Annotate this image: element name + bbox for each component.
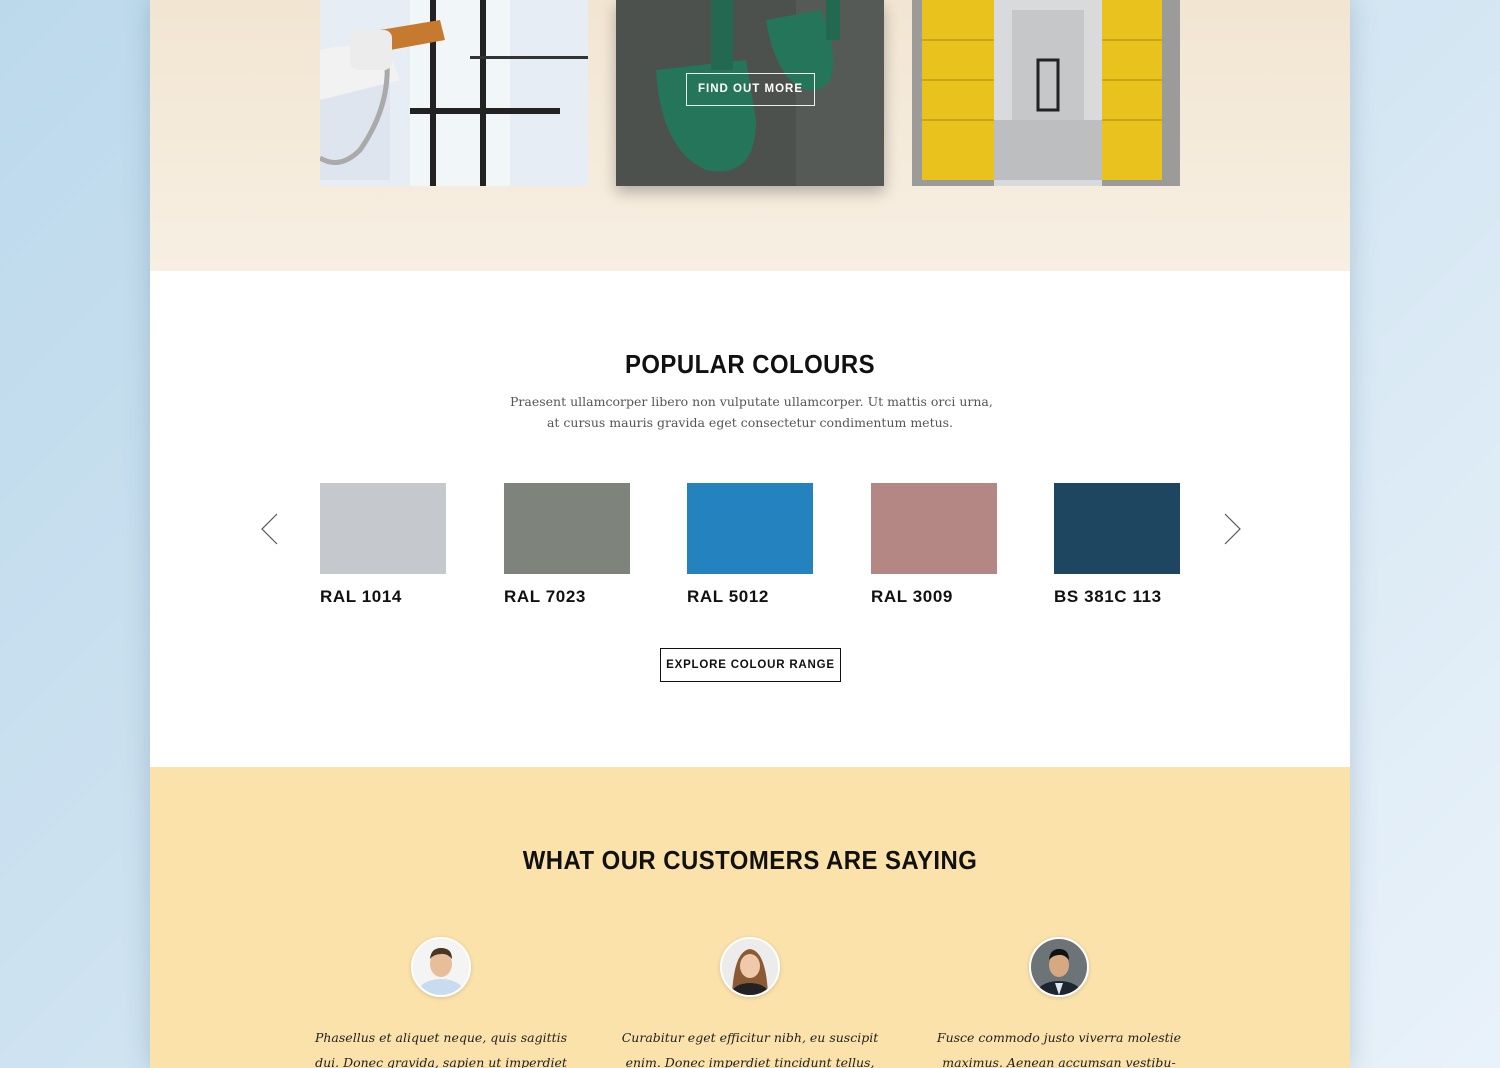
colour-swatch[interactable] — [871, 483, 997, 574]
testimonial-quote: Curabitur eget efficitur nibh, eu suscip… — [620, 1025, 880, 1068]
quote-line: maximus. Aenean accumsan vestibu- — [942, 1055, 1176, 1068]
colour-label: RAL 1014 — [320, 587, 402, 606]
colour-swatch-card[interactable]: RAL 3009 — [871, 483, 997, 607]
colour-label: RAL 3009 — [871, 587, 953, 606]
colour-swatch[interactable] — [320, 483, 446, 574]
colour-swatch-card[interactable]: RAL 1014 — [320, 483, 446, 607]
quote-line: Fusce commodo justo viverra molestie — [936, 1030, 1182, 1045]
quote-line: Phasellus et aliquet neque, quis sagitti… — [314, 1030, 568, 1045]
colour-swatch-card[interactable]: RAL 7023 — [504, 483, 630, 607]
quote-line: Curabitur eget efficitur nibh, eu suscip… — [621, 1030, 879, 1045]
colour-swatch[interactable] — [687, 483, 813, 574]
colour-label: BS 381C 113 — [1054, 587, 1162, 606]
popular-colours-section: POPULAR COLOURS Praesent ullamcorper lib… — [150, 271, 1350, 767]
avatar — [1029, 937, 1089, 997]
spray-booth-illustration — [912, 0, 1180, 186]
quote-line: dui. Donec gravida, sapien ut imperdiet — [315, 1055, 567, 1068]
colour-swatch-card[interactable]: RAL 5012 — [687, 483, 813, 607]
colour-swatch[interactable] — [1054, 483, 1180, 574]
colour-swatch-card[interactable]: BS 381C 113 — [1054, 483, 1180, 607]
testimonial-card: Fusce commodo justo viverra molestie max… — [929, 937, 1189, 1068]
colour-label: RAL 5012 — [687, 587, 769, 606]
page: FIND OUT MORE POPULAR COLOURS Praesent u… — [150, 0, 1350, 1068]
quote-line: enim. Donec imperdiet tincidunt tellus, — [625, 1055, 875, 1068]
chevron-left-icon[interactable] — [260, 513, 280, 545]
avatar — [720, 937, 780, 997]
spray-gun-image[interactable] — [320, 0, 588, 186]
intro-line: Praesent ullamcorper libero non vulputat… — [510, 394, 993, 409]
explore-colour-range-button[interactable]: EXPLORE COLOUR RANGE — [660, 648, 841, 682]
popular-colours-title: POPULAR COLOURS — [624, 349, 876, 379]
colour-swatch[interactable] — [504, 483, 630, 574]
testimonial-card: Phasellus et aliquet neque, quis sagitti… — [311, 937, 571, 1068]
spray-booth-image[interactable] — [912, 0, 1180, 186]
spray-gun-illustration — [320, 0, 588, 186]
find-out-more-button[interactable]: FIND OUT MORE — [686, 73, 815, 106]
services-gallery: FIND OUT MORE — [150, 0, 1350, 271]
intro-line: at cursus mauris gravida eget consectetu… — [546, 415, 954, 430]
testimonial-quote: Fusce commodo justo viverra molestie max… — [929, 1025, 1189, 1068]
avatar — [411, 937, 471, 997]
testimonials-title: WHAT OUR CUSTOMERS ARE SAYING — [522, 845, 978, 875]
testimonial-card: Curabitur eget efficitur nibh, eu suscip… — [620, 937, 880, 1068]
colour-label: RAL 7023 — [504, 587, 586, 606]
popular-colours-intro: Praesent ullamcorper libero non vulputat… — [510, 391, 993, 433]
testimonial-quote: Phasellus et aliquet neque, quis sagitti… — [311, 1025, 571, 1068]
chevron-right-icon[interactable] — [1222, 513, 1242, 545]
green-hooks-image[interactable]: FIND OUT MORE — [616, 0, 884, 186]
testimonials-section: WHAT OUR CUSTOMERS ARE SAYING Phasellus … — [150, 767, 1350, 1068]
